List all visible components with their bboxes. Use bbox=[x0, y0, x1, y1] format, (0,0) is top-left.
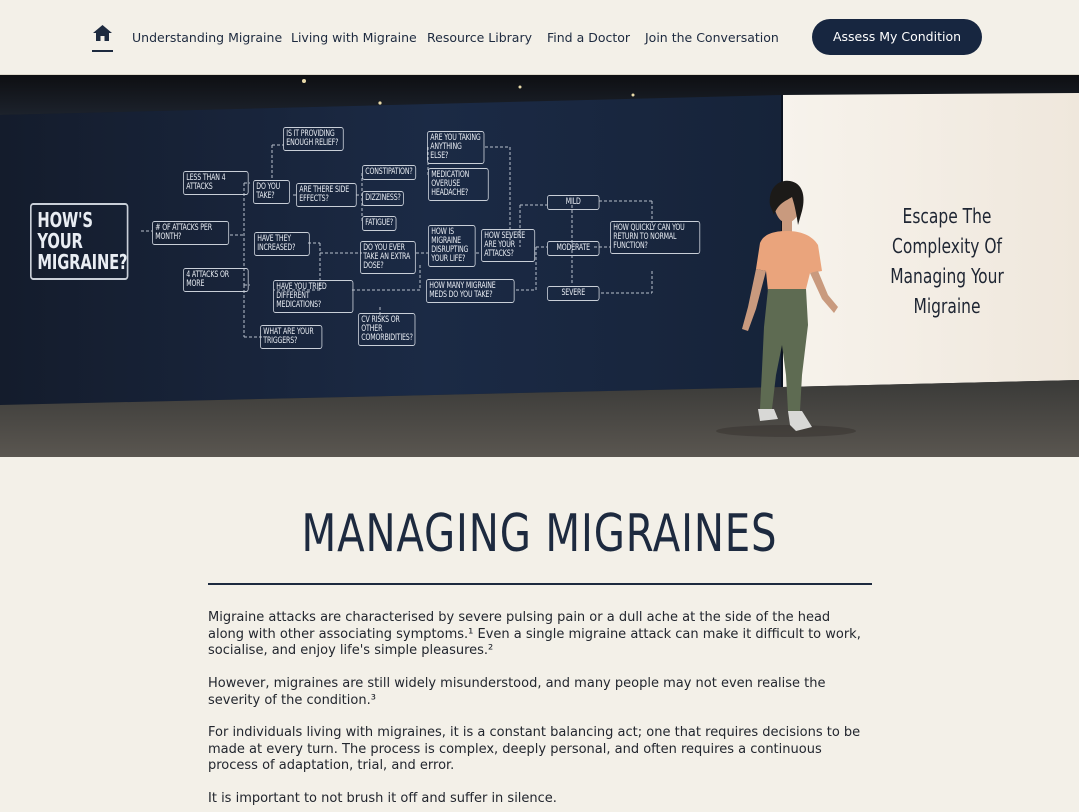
hero-banner: HOW'S YOUR MIGRAINE? # OF ATTACKS PER MO… bbox=[0, 75, 1079, 457]
intro-paragraph-1: Migraine attacks are characterised by se… bbox=[208, 610, 888, 660]
flowchart-how-many-meds: HOW MANY MIGRAINE MEDS DO YOU TAKE? bbox=[426, 279, 515, 303]
flowchart-severe: SEVERE bbox=[547, 286, 600, 301]
title-divider bbox=[208, 583, 872, 585]
nav-find-a-doctor[interactable]: Find a Doctor bbox=[547, 30, 630, 45]
active-indicator bbox=[92, 50, 113, 52]
nav-join-the-conversation[interactable]: Join the Conversation bbox=[645, 30, 779, 45]
nav-understanding-migraine[interactable]: Understanding Migraine bbox=[132, 30, 282, 45]
intro-paragraph-2: However, migraines are still widely misu… bbox=[208, 676, 888, 709]
home-icon bbox=[93, 25, 112, 41]
flowchart-main-text: HOW'S YOUR MIGRAINE? bbox=[37, 208, 128, 274]
flowchart-enough-relief: IS IT PROVIDING ENOUGH RELIEF? bbox=[283, 127, 344, 151]
flowchart-4-or-more: 4 ATTACKS OR MORE bbox=[183, 268, 249, 292]
flowchart-moderate: MODERATE bbox=[547, 241, 600, 256]
nav-living-with-migraine[interactable]: Living with Migraine bbox=[291, 30, 417, 45]
hero-tagline: Escape The Complexity Of Managing Your M… bbox=[857, 201, 1038, 321]
paragraph-line: made at every turn. The process is compl… bbox=[208, 741, 822, 757]
paragraph-line: However, migraines are still widely misu… bbox=[208, 676, 826, 691]
hero-tagline-line1: Escape The Complexity Of bbox=[892, 204, 1002, 258]
flowchart-side-effects: ARE THERE SIDE EFFECTS? bbox=[296, 183, 357, 207]
paragraph-line: socialise, and enjoy life's simple pleas… bbox=[208, 643, 494, 658]
flowchart-disrupting: HOW IS MIGRAINE DISRUPTING YOUR LIFE? bbox=[428, 225, 476, 267]
flowchart-anything-else: ARE YOU TAKING ANYTHING ELSE? bbox=[427, 131, 485, 164]
paragraph-line: process of adaptation, trial, and error. bbox=[208, 758, 455, 773]
flowchart-do-you-take: DO YOU TAKE? bbox=[253, 180, 290, 204]
flowchart-return-function: HOW QUICKLY CAN YOU RETURN TO NORMAL FUN… bbox=[610, 221, 701, 254]
nav-resource-library[interactable]: Resource Library bbox=[427, 30, 532, 45]
paragraph-line: severity of the condition.³ bbox=[208, 692, 376, 708]
intro-paragraph-3: For individuals living with migraines, i… bbox=[208, 725, 888, 775]
paragraph-line: For individuals living with migraines, i… bbox=[208, 725, 861, 740]
flowchart-medication-overuse: MEDICATION OVERUSE HEADACHE? bbox=[428, 168, 489, 201]
home-link[interactable] bbox=[92, 24, 114, 52]
paragraph-line: along with other associating symptoms.¹ … bbox=[208, 626, 861, 642]
hero-tagline-line2: Managing Your Migraine bbox=[890, 264, 1004, 318]
flowchart-constipation: CONSTIPATION? bbox=[362, 165, 416, 180]
flowchart-attacks-per-month: # OF ATTACKS PER MONTH? bbox=[152, 221, 230, 245]
assess-condition-button[interactable]: Assess My Condition bbox=[812, 19, 982, 55]
flowchart-fatigue: FATIGUE? bbox=[362, 216, 397, 231]
flowchart-tried-different: HAVE YOU TRIED DIFFERENT MEDICATIONS? bbox=[273, 280, 354, 313]
flowchart-how-severe: HOW SEVERE ARE YOUR ATTACKS? bbox=[481, 229, 536, 262]
intro-paragraph-4: It is important to not brush it off and … bbox=[208, 791, 888, 808]
paragraph-line: It is important to not brush it off and … bbox=[208, 791, 557, 806]
flowchart-dizziness: DIZZINESS? bbox=[362, 191, 404, 206]
top-navigation: Understanding Migraine Living with Migra… bbox=[0, 0, 1079, 75]
flowchart-main-question: HOW'S YOUR MIGRAINE? bbox=[30, 203, 129, 280]
flowchart-extra-dose: DO YOU EVER TAKE AN EXTRA DOSE? bbox=[360, 241, 416, 274]
flowchart-triggers: WHAT ARE YOUR TRIGGERS? bbox=[260, 325, 323, 349]
flowchart-mild: MILD bbox=[547, 195, 600, 210]
page-title: MANAGING MIGRAINES bbox=[301, 504, 778, 564]
flowchart-have-they-increased: HAVE THEY INCREASED? bbox=[254, 232, 310, 256]
paragraph-line: Migraine attacks are characterised by se… bbox=[208, 610, 831, 625]
flowchart-less-than-4: LESS THAN 4 ATTACKS bbox=[183, 171, 249, 195]
flowchart-cv-risks: CV RISKS OR OTHER COMORBIDITIES? bbox=[358, 313, 416, 346]
